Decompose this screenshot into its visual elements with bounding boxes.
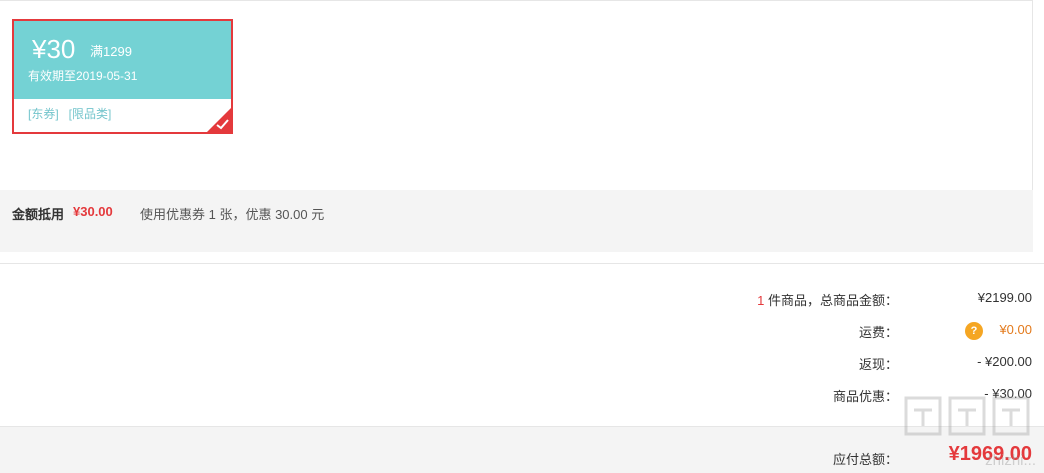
payable-bar: 应付总额： ¥1969.00: [0, 426, 1044, 473]
shipping-label: 运费：: [858, 325, 898, 340]
coupon-header: ¥30 满1299 有效期至2019-05-31: [14, 21, 231, 99]
items-total-row: 1 件商品，总商品金额： ¥2199.00: [0, 290, 1044, 310]
shipping-value: ¥0.00: [999, 322, 1032, 337]
coupon-amount: ¥30: [32, 34, 76, 64]
shipping-row: 运费： ? ¥0.00: [0, 322, 1044, 342]
coupon-card[interactable]: ¥30 满1299 有效期至2019-05-31 [东券] [限品类]: [12, 19, 233, 134]
coupon-summary-amount: ¥30.00: [73, 204, 113, 219]
discount-row: 商品优惠： - ¥30.00: [0, 386, 1044, 406]
cashback-label: 返现：: [858, 357, 898, 372]
coupon-tags: [东券] [限品类]: [28, 105, 121, 122]
items-total-value: ¥2199.00: [977, 290, 1032, 305]
coupon-tag-jd: [东券]: [28, 107, 59, 121]
payable-label: 应付总额：: [832, 452, 898, 467]
coupon-tag-category: [限品类]: [68, 107, 112, 121]
cashback-value: - ¥200.00: [977, 354, 1032, 369]
items-label-text: 件商品，总商品金额：: [764, 293, 898, 308]
watermark-logo-icon: [902, 392, 1032, 445]
coupon-condition: 满1299: [90, 44, 132, 59]
items-total-label: 1 件商品，总商品金额：: [757, 290, 898, 309]
coupon-expire-date: 有效期至2019-05-31: [28, 69, 138, 83]
coupon-summary: 金额抵用 ¥30.00 使用优惠券 1 张，优惠 30.00 元: [0, 190, 1033, 252]
coupon-summary-label: 金额抵用: [12, 207, 65, 222]
help-icon[interactable]: ?: [965, 322, 983, 340]
coupon-summary-description: 使用优惠券 1 张，优惠 30.00 元: [140, 207, 325, 222]
section-divider: [0, 263, 1044, 264]
cashback-row: 返现： - ¥200.00: [0, 354, 1044, 374]
selected-check-icon: [207, 108, 231, 132]
discount-label: 商品优惠：: [832, 389, 898, 404]
watermark-text: zhizhi...: [985, 452, 1036, 469]
